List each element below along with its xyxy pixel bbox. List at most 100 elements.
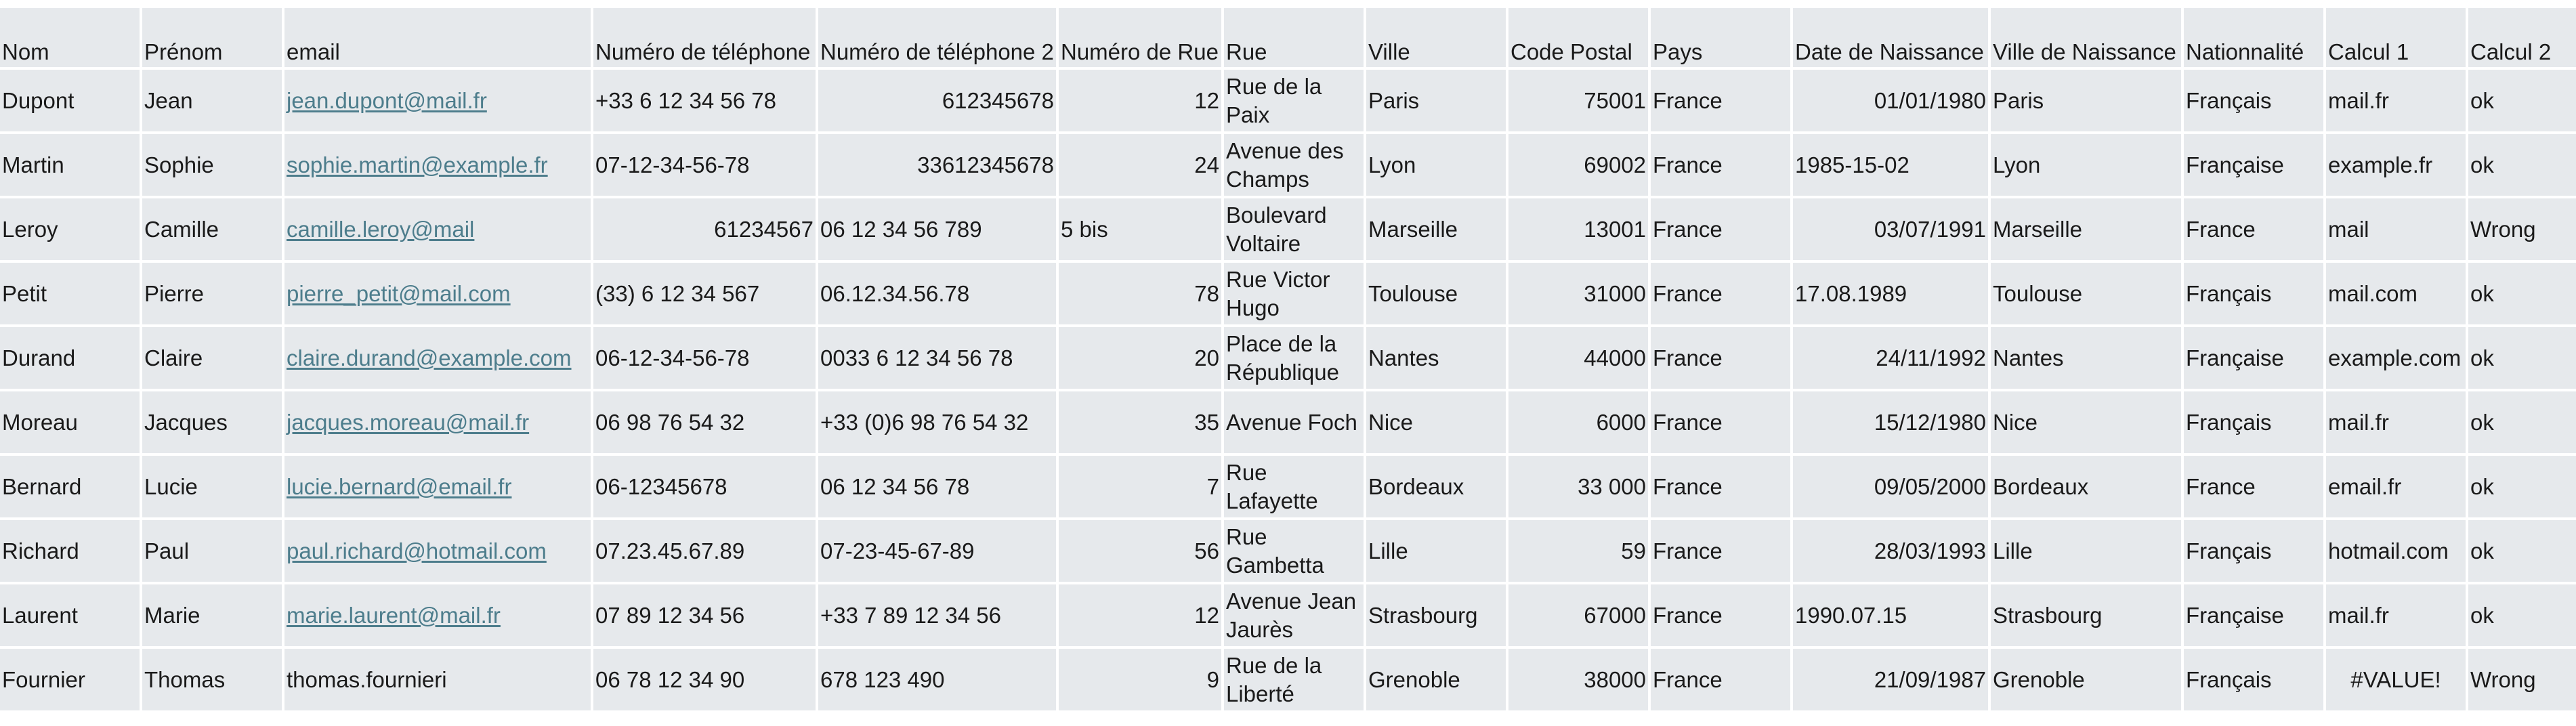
email-link[interactable]: sophie.martin@example.fr xyxy=(287,152,548,177)
cell-calcul-1[interactable]: mail.fr xyxy=(2326,391,2466,453)
cell-nationalite[interactable]: Français xyxy=(2184,391,2323,453)
cell-ville-naissance[interactable]: Grenoble xyxy=(1991,649,2181,710)
cell-prenom[interactable]: Jean xyxy=(142,70,282,131)
cell-numero-rue[interactable]: 20 xyxy=(1059,327,1221,389)
cell-telephone[interactable]: 06-12345678 xyxy=(593,456,816,517)
cell-ville-naissance[interactable]: Lille xyxy=(1991,520,2181,582)
cell-telephone-2[interactable]: 33612345678 xyxy=(818,134,1056,196)
column-header-prenom[interactable]: Prénom xyxy=(142,8,282,67)
cell-ville[interactable]: Strasbourg xyxy=(1366,584,1506,646)
cell-ville[interactable]: Nantes xyxy=(1366,327,1506,389)
cell-rue[interactable]: Place de la République xyxy=(1224,327,1364,389)
cell-date-naissance[interactable]: 17.08.1989 xyxy=(1793,263,1988,324)
cell-ville[interactable]: Grenoble xyxy=(1366,649,1506,710)
column-header-nom[interactable]: Nom xyxy=(0,8,140,67)
cell-nom[interactable]: Martin xyxy=(0,134,140,196)
cell-telephone[interactable]: 07-12-34-56-78 xyxy=(593,134,816,196)
cell-code-postal[interactable]: 33 000 xyxy=(1508,456,1648,517)
cell-nationalite[interactable]: France xyxy=(2184,198,2323,260)
email-link[interactable]: pierre_petit@mail.com xyxy=(287,281,511,306)
cell-rue[interactable]: Rue Gambetta xyxy=(1224,520,1364,582)
cell-calcul-1[interactable]: #VALUE! xyxy=(2326,649,2466,710)
cell-nom[interactable]: Petit xyxy=(0,263,140,324)
cell-calcul-2[interactable]: ok xyxy=(2468,391,2576,453)
column-header-code-postal[interactable]: Code Postal xyxy=(1508,8,1648,67)
cell-telephone-2[interactable]: 06 12 34 56 78 xyxy=(818,456,1056,517)
cell-pays[interactable]: France xyxy=(1651,649,1790,710)
cell-code-postal[interactable]: 38000 xyxy=(1508,649,1648,710)
cell-rue[interactable]: Boulevard Voltaire xyxy=(1224,198,1364,260)
cell-rue[interactable]: Rue de la Liberté xyxy=(1224,649,1364,710)
cell-nom[interactable]: Richard xyxy=(0,520,140,582)
cell-email[interactable]: thomas.fournieri xyxy=(284,649,591,710)
cell-code-postal[interactable]: 69002 xyxy=(1508,134,1648,196)
cell-email[interactable]: claire.durand@example.com xyxy=(284,327,591,389)
cell-numero-rue[interactable]: 5 bis xyxy=(1059,198,1221,260)
cell-nationalite[interactable]: Français xyxy=(2184,520,2323,582)
cell-numero-rue[interactable]: 56 xyxy=(1059,520,1221,582)
cell-numero-rue[interactable]: 24 xyxy=(1059,134,1221,196)
cell-numero-rue[interactable]: 12 xyxy=(1059,70,1221,131)
cell-ville-naissance[interactable]: Nice xyxy=(1991,391,2181,453)
email-link[interactable]: marie.laurent@mail.fr xyxy=(287,603,501,628)
cell-pays[interactable]: France xyxy=(1651,584,1790,646)
email-link[interactable]: jean.dupont@mail.fr xyxy=(287,88,487,113)
cell-code-postal[interactable]: 44000 xyxy=(1508,327,1648,389)
cell-calcul-2[interactable]: Wrong xyxy=(2468,198,2576,260)
cell-telephone-2[interactable]: 06.12.34.56.78 xyxy=(818,263,1056,324)
cell-telephone[interactable]: 06 98 76 54 32 xyxy=(593,391,816,453)
cell-ville-naissance[interactable]: Paris xyxy=(1991,70,2181,131)
cell-nationalite[interactable]: Française xyxy=(2184,327,2323,389)
cell-prenom[interactable]: Jacques xyxy=(142,391,282,453)
cell-calcul-1[interactable]: mail.fr xyxy=(2326,70,2466,131)
cell-pays[interactable]: France xyxy=(1651,134,1790,196)
cell-code-postal[interactable]: 67000 xyxy=(1508,584,1648,646)
cell-ville[interactable]: Nice xyxy=(1366,391,1506,453)
cell-ville[interactable]: Paris xyxy=(1366,70,1506,131)
cell-calcul-2[interactable]: ok xyxy=(2468,70,2576,131)
cell-nationalite[interactable]: Français xyxy=(2184,70,2323,131)
cell-calcul-2[interactable]: ok xyxy=(2468,456,2576,517)
cell-ville-naissance[interactable]: Bordeaux xyxy=(1991,456,2181,517)
column-header-calcul-1[interactable]: Calcul 1 xyxy=(2326,8,2466,67)
cell-date-naissance[interactable]: 24/11/1992 xyxy=(1793,327,1988,389)
cell-date-naissance[interactable]: 03/07/1991 xyxy=(1793,198,1988,260)
cell-email[interactable]: paul.richard@hotmail.com xyxy=(284,520,591,582)
cell-rue[interactable]: Avenue Foch xyxy=(1224,391,1364,453)
cell-numero-rue[interactable]: 12 xyxy=(1059,584,1221,646)
cell-email[interactable]: lucie.bernard@email.fr xyxy=(284,456,591,517)
cell-prenom[interactable]: Paul xyxy=(142,520,282,582)
cell-email[interactable]: sophie.martin@example.fr xyxy=(284,134,591,196)
cell-ville-naissance[interactable]: Marseille xyxy=(1991,198,2181,260)
cell-nom[interactable]: Moreau xyxy=(0,391,140,453)
cell-email[interactable]: pierre_petit@mail.com xyxy=(284,263,591,324)
cell-telephone-2[interactable]: +33 (0)6 98 76 54 32 xyxy=(818,391,1056,453)
cell-telephone[interactable]: +33 6 12 34 56 78 xyxy=(593,70,816,131)
cell-ville[interactable]: Marseille xyxy=(1366,198,1506,260)
cell-date-naissance[interactable]: 01/01/1980 xyxy=(1793,70,1988,131)
cell-calcul-1[interactable]: mail.com xyxy=(2326,263,2466,324)
cell-date-naissance[interactable]: 28/03/1993 xyxy=(1793,520,1988,582)
cell-prenom[interactable]: Camille xyxy=(142,198,282,260)
cell-nationalite[interactable]: France xyxy=(2184,456,2323,517)
cell-prenom[interactable]: Sophie xyxy=(142,134,282,196)
cell-prenom[interactable]: Thomas xyxy=(142,649,282,710)
cell-calcul-2[interactable]: ok xyxy=(2468,134,2576,196)
cell-ville[interactable]: Lille xyxy=(1366,520,1506,582)
cell-nationalite[interactable]: Français xyxy=(2184,649,2323,710)
cell-telephone[interactable]: 07 89 12 34 56 xyxy=(593,584,816,646)
cell-numero-rue[interactable]: 35 xyxy=(1059,391,1221,453)
cell-pays[interactable]: France xyxy=(1651,198,1790,260)
cell-pays[interactable]: France xyxy=(1651,456,1790,517)
cell-code-postal[interactable]: 75001 xyxy=(1508,70,1648,131)
cell-telephone[interactable]: 07.23.45.67.89 xyxy=(593,520,816,582)
cell-telephone-2[interactable]: 612345678 xyxy=(818,70,1056,131)
column-header-rue[interactable]: Rue xyxy=(1224,8,1364,67)
cell-numero-rue[interactable]: 7 xyxy=(1059,456,1221,517)
cell-nom[interactable]: Durand xyxy=(0,327,140,389)
column-header-date-naissance[interactable]: Date de Naissance xyxy=(1793,8,1988,67)
cell-email[interactable]: jean.dupont@mail.fr xyxy=(284,70,591,131)
cell-nom[interactable]: Fournier xyxy=(0,649,140,710)
email-link[interactable]: jacques.moreau@mail.fr xyxy=(287,410,529,435)
email-link[interactable]: camille.leroy@mail xyxy=(287,217,474,242)
